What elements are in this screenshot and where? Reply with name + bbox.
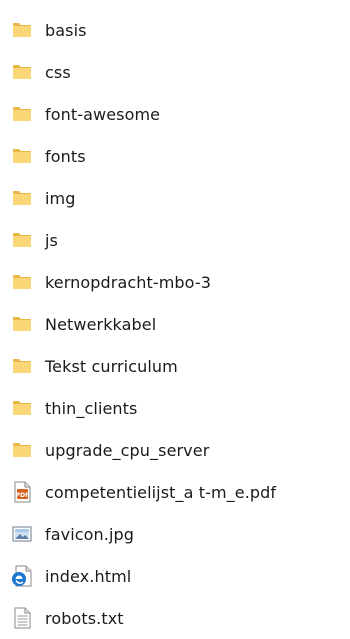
folder-icon bbox=[10, 396, 34, 420]
folder-item-js[interactable]: js bbox=[10, 219, 350, 261]
folder-item-basis[interactable]: basis bbox=[10, 9, 350, 51]
pdf-file-icon: PDF bbox=[10, 480, 34, 504]
folder-label: Netwerkkabel bbox=[45, 314, 157, 334]
file-label: competentielijst_a t-m_e.pdf bbox=[45, 482, 277, 502]
folder-item-upgrade-cpu-server[interactable]: upgrade_cpu_server bbox=[10, 429, 350, 471]
folder-icon bbox=[10, 312, 34, 336]
folder-label: thin_clients bbox=[45, 398, 138, 418]
folder-label: Tekst curriculum bbox=[45, 356, 178, 376]
file-item-favicon-jpg[interactable]: favicon.jpg bbox=[10, 513, 350, 555]
folder-icon bbox=[10, 186, 34, 210]
folder-label: fonts bbox=[45, 146, 86, 166]
folder-icon bbox=[10, 60, 34, 84]
file-item-index-html[interactable]: index.html bbox=[10, 555, 350, 597]
file-label: index.html bbox=[45, 566, 132, 586]
folder-icon bbox=[10, 228, 34, 252]
folder-item-img[interactable]: img bbox=[10, 177, 350, 219]
file-item-robots-txt[interactable]: robots.txt bbox=[10, 597, 350, 639]
folder-label: css bbox=[45, 62, 71, 82]
folder-label: kernopdracht-mbo-3 bbox=[45, 272, 212, 292]
folder-item-css[interactable]: css bbox=[10, 51, 350, 93]
folder-item-tekst-curriculum[interactable]: Tekst curriculum bbox=[10, 345, 350, 387]
folder-icon bbox=[10, 102, 34, 126]
file-list: basis css font-awesome fonts img js kern… bbox=[10, 9, 350, 639]
folder-item-font-awesome[interactable]: font-awesome bbox=[10, 93, 350, 135]
folder-icon bbox=[10, 270, 34, 294]
folder-label: img bbox=[45, 188, 76, 208]
folder-label: upgrade_cpu_server bbox=[45, 440, 210, 460]
folder-item-thin-clients[interactable]: thin_clients bbox=[10, 387, 350, 429]
folder-item-fonts[interactable]: fonts bbox=[10, 135, 350, 177]
folder-label: basis bbox=[45, 20, 87, 40]
folder-item-netwerkkabel[interactable]: Netwerkkabel bbox=[10, 303, 350, 345]
folder-label: font-awesome bbox=[45, 104, 161, 124]
svg-text:PDF: PDF bbox=[16, 492, 29, 499]
folder-icon bbox=[10, 354, 34, 378]
text-file-icon bbox=[10, 606, 34, 630]
folder-label: js bbox=[45, 230, 58, 250]
edge-html-file-icon bbox=[10, 564, 34, 588]
file-label: favicon.jpg bbox=[45, 524, 135, 544]
file-item-competentielijst-pdf[interactable]: PDF competentielijst_a t-m_e.pdf bbox=[10, 471, 350, 513]
folder-icon bbox=[10, 18, 34, 42]
file-label: robots.txt bbox=[45, 608, 124, 628]
folder-icon bbox=[10, 438, 34, 462]
folder-icon bbox=[10, 144, 34, 168]
image-file-icon bbox=[10, 522, 34, 546]
folder-item-kernopdracht-mbo-3[interactable]: kernopdracht-mbo-3 bbox=[10, 261, 350, 303]
